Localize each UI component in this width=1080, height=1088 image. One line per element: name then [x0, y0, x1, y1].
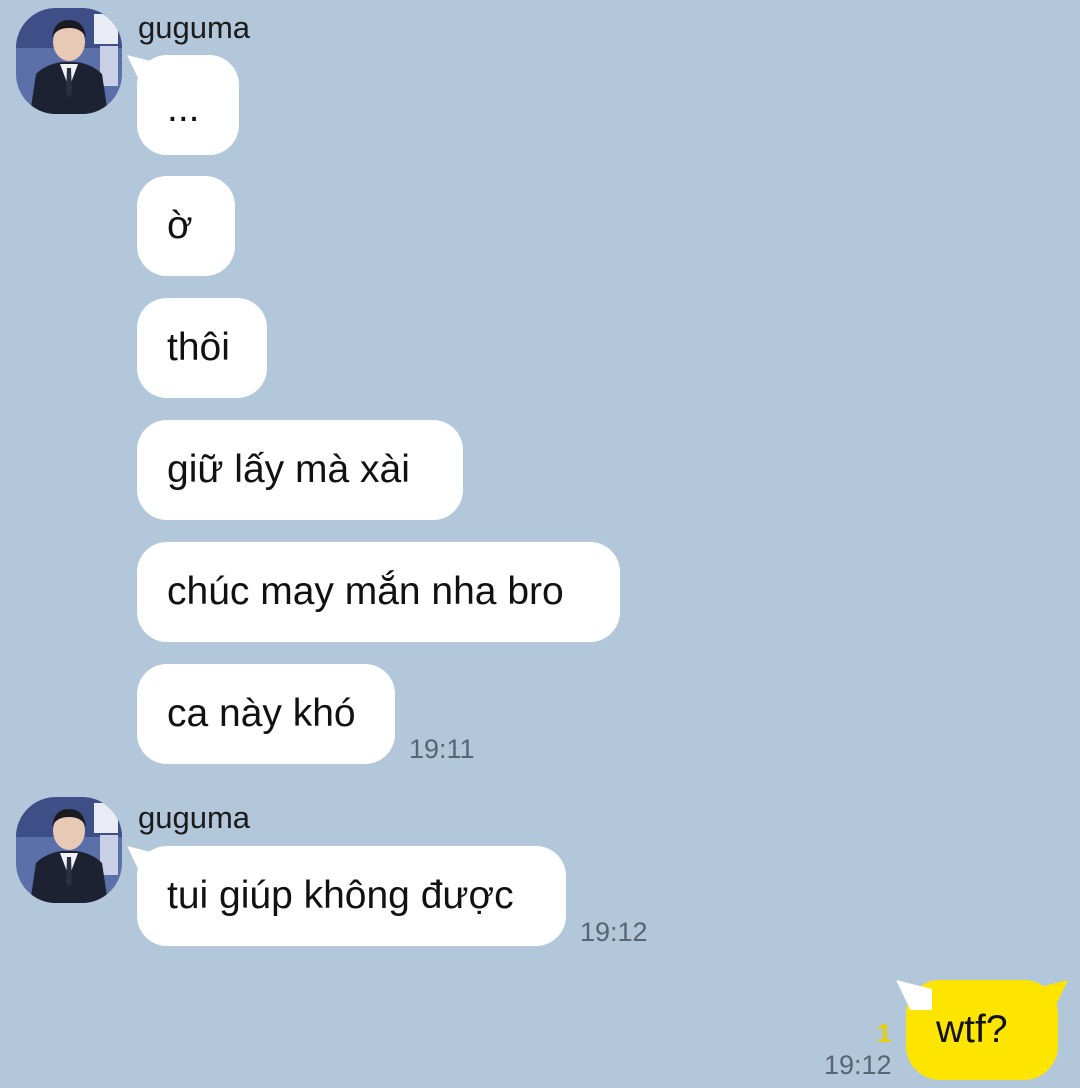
- message-bubble[interactable]: thôi: [137, 298, 267, 398]
- message-bubble[interactable]: ờ: [137, 176, 235, 276]
- message-timestamp: 19:12: [824, 1050, 892, 1080]
- sender-avatar[interactable]: [16, 8, 122, 114]
- sender-name: guguma: [138, 10, 251, 45]
- message-timestamp: 19:11: [409, 734, 475, 764]
- my-message-bubble[interactable]: wtf?: [906, 980, 1058, 1080]
- message-bubble[interactable]: ca này khó: [137, 664, 395, 764]
- message-bubble[interactable]: tui giúp không được: [137, 846, 566, 946]
- unread-count: 1: [877, 1018, 892, 1048]
- avatar-photo-icon: [16, 797, 122, 903]
- sender-name: guguma: [138, 800, 251, 835]
- message-timestamp: 19:12: [580, 917, 648, 947]
- message-bubble[interactable]: ...: [137, 55, 239, 155]
- message-bubble[interactable]: giữ lấy mà xài: [137, 420, 463, 520]
- message-bubble[interactable]: chúc may mắn nha bro: [137, 542, 620, 642]
- avatar-photo-icon: [16, 8, 122, 114]
- sender-avatar[interactable]: [16, 797, 122, 903]
